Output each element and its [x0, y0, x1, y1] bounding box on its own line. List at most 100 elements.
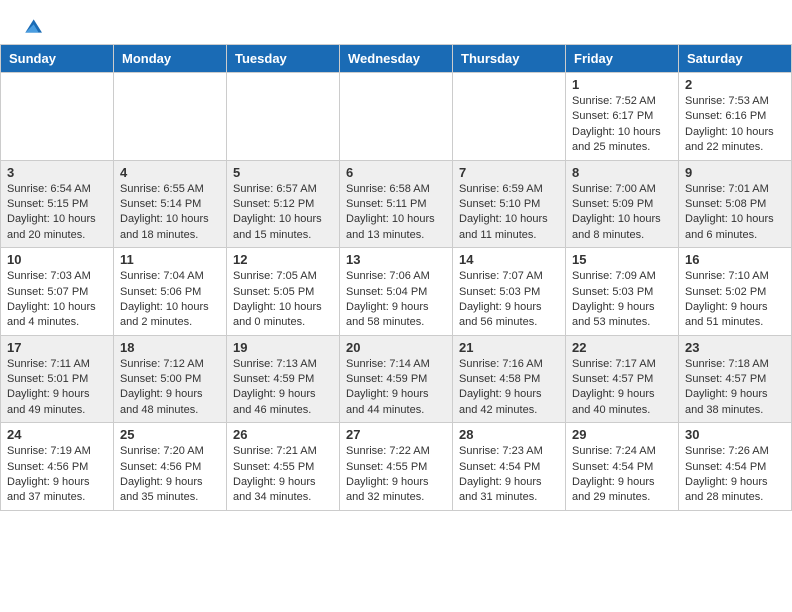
day-info: Sunrise: 7:09 AM Sunset: 5:03 PM Dayligh…	[572, 269, 672, 331]
day-info: Sunrise: 7:03 AM Sunset: 5:07 PM Dayligh…	[7, 269, 107, 331]
day-number: 29	[572, 427, 672, 442]
day-info: Sunrise: 7:24 AM Sunset: 4:54 PM Dayligh…	[572, 444, 672, 506]
day-number: 22	[572, 340, 672, 355]
day-number: 24	[7, 427, 107, 442]
calendar-cell: 27 Sunrise: 7:22 AM Sunset: 4:55 PM Dayli…	[340, 423, 453, 511]
day-info: Sunrise: 7:12 AM Sunset: 5:00 PM Dayligh…	[120, 357, 220, 419]
calendar-cell: 17 Sunrise: 7:11 AM Sunset: 5:01 PM Dayli…	[1, 335, 114, 423]
calendar-cell: 28 Sunrise: 7:23 AM Sunset: 4:54 PM Dayli…	[453, 423, 566, 511]
calendar-cell	[1, 73, 114, 161]
day-info: Sunrise: 6:54 AM Sunset: 5:15 PM Dayligh…	[7, 182, 107, 244]
calendar-cell: 23 Sunrise: 7:18 AM Sunset: 4:57 PM Dayli…	[679, 335, 792, 423]
weekday-header-friday: Friday	[566, 45, 679, 73]
weekday-header-saturday: Saturday	[679, 45, 792, 73]
day-number: 10	[7, 252, 107, 267]
calendar-cell: 18 Sunrise: 7:12 AM Sunset: 5:00 PM Dayli…	[114, 335, 227, 423]
calendar-cell: 12 Sunrise: 7:05 AM Sunset: 5:05 PM Dayli…	[227, 248, 340, 336]
calendar-cell: 11 Sunrise: 7:04 AM Sunset: 5:06 PM Dayli…	[114, 248, 227, 336]
day-info: Sunrise: 7:04 AM Sunset: 5:06 PM Dayligh…	[120, 269, 220, 331]
day-info: Sunrise: 7:53 AM Sunset: 6:16 PM Dayligh…	[685, 94, 785, 156]
weekday-header-monday: Monday	[114, 45, 227, 73]
day-number: 5	[233, 165, 333, 180]
day-number: 19	[233, 340, 333, 355]
day-number: 7	[459, 165, 559, 180]
calendar-cell: 29 Sunrise: 7:24 AM Sunset: 4:54 PM Dayli…	[566, 423, 679, 511]
weekday-header-sunday: Sunday	[1, 45, 114, 73]
day-number: 6	[346, 165, 446, 180]
day-info: Sunrise: 7:22 AM Sunset: 4:55 PM Dayligh…	[346, 444, 446, 506]
calendar-cell: 6 Sunrise: 6:58 AM Sunset: 5:11 PM Daylig…	[340, 160, 453, 248]
day-number: 21	[459, 340, 559, 355]
day-number: 12	[233, 252, 333, 267]
calendar-cell: 14Sunrise: 7:07 AM Sunset: 5:03 PM Dayli…	[453, 248, 566, 336]
calendar-cell: 25 Sunrise: 7:20 AM Sunset: 4:56 PM Dayli…	[114, 423, 227, 511]
day-number: 3	[7, 165, 107, 180]
day-number: 11	[120, 252, 220, 267]
day-info: Sunrise: 6:59 AM Sunset: 5:10 PM Dayligh…	[459, 182, 559, 244]
day-number: 4	[120, 165, 220, 180]
day-info: Sunrise: 7:05 AM Sunset: 5:05 PM Dayligh…	[233, 269, 333, 331]
day-number: 17	[7, 340, 107, 355]
calendar-table: SundayMondayTuesdayWednesdayThursdayFrid…	[0, 44, 792, 511]
day-info: Sunrise: 7:14 AM Sunset: 4:59 PM Dayligh…	[346, 357, 446, 419]
calendar-cell: 7 Sunrise: 6:59 AM Sunset: 5:10 PM Daylig…	[453, 160, 566, 248]
day-info: Sunrise: 7:52 AM Sunset: 6:17 PM Dayligh…	[572, 94, 672, 156]
day-number: 18	[120, 340, 220, 355]
day-number: 23	[685, 340, 785, 355]
calendar-cell: 30 Sunrise: 7:26 AM Sunset: 4:54 PM Dayli…	[679, 423, 792, 511]
weekday-header-tuesday: Tuesday	[227, 45, 340, 73]
weekday-header-thursday: Thursday	[453, 45, 566, 73]
calendar-cell: 16Sunrise: 7:10 AM Sunset: 5:02 PM Dayli…	[679, 248, 792, 336]
day-info: Sunrise: 7:18 AM Sunset: 4:57 PM Dayligh…	[685, 357, 785, 419]
calendar-cell: 2 Sunrise: 7:53 AM Sunset: 6:16 PM Daylig…	[679, 73, 792, 161]
calendar-cell	[340, 73, 453, 161]
calendar-cell: 10 Sunrise: 7:03 AM Sunset: 5:07 PM Dayli…	[1, 248, 114, 336]
day-number: 16	[685, 252, 785, 267]
calendar-cell: 13 Sunrise: 7:06 AM Sunset: 5:04 PM Dayli…	[340, 248, 453, 336]
calendar-week-3: 10 Sunrise: 7:03 AM Sunset: 5:07 PM Dayli…	[1, 248, 792, 336]
day-number: 25	[120, 427, 220, 442]
calendar-cell: 20 Sunrise: 7:14 AM Sunset: 4:59 PM Dayli…	[340, 335, 453, 423]
day-info: Sunrise: 7:01 AM Sunset: 5:08 PM Dayligh…	[685, 182, 785, 244]
day-number: 27	[346, 427, 446, 442]
day-info: Sunrise: 7:06 AM Sunset: 5:04 PM Dayligh…	[346, 269, 446, 331]
calendar-cell: 24Sunrise: 7:19 AM Sunset: 4:56 PM Dayli…	[1, 423, 114, 511]
day-info: Sunrise: 6:55 AM Sunset: 5:14 PM Dayligh…	[120, 182, 220, 244]
day-number: 15	[572, 252, 672, 267]
day-info: Sunrise: 7:00 AM Sunset: 5:09 PM Dayligh…	[572, 182, 672, 244]
calendar-cell: 3 Sunrise: 6:54 AM Sunset: 5:15 PM Daylig…	[1, 160, 114, 248]
day-number: 20	[346, 340, 446, 355]
day-number: 2	[685, 77, 785, 92]
logo-icon	[22, 16, 42, 36]
calendar-cell: 1Sunrise: 7:52 AM Sunset: 6:17 PM Daylig…	[566, 73, 679, 161]
day-number: 30	[685, 427, 785, 442]
calendar-week-4: 17 Sunrise: 7:11 AM Sunset: 5:01 PM Dayli…	[1, 335, 792, 423]
day-info: Sunrise: 7:13 AM Sunset: 4:59 PM Dayligh…	[233, 357, 333, 419]
day-info: Sunrise: 6:58 AM Sunset: 5:11 PM Dayligh…	[346, 182, 446, 244]
calendar-week-5: 24Sunrise: 7:19 AM Sunset: 4:56 PM Dayli…	[1, 423, 792, 511]
day-info: Sunrise: 7:11 AM Sunset: 5:01 PM Dayligh…	[7, 357, 107, 419]
page-header	[0, 0, 792, 44]
calendar-cell: 22 Sunrise: 7:17 AM Sunset: 4:57 PM Dayli…	[566, 335, 679, 423]
day-info: Sunrise: 7:17 AM Sunset: 4:57 PM Dayligh…	[572, 357, 672, 419]
day-info: Sunrise: 7:21 AM Sunset: 4:55 PM Dayligh…	[233, 444, 333, 506]
calendar-week-1: 1Sunrise: 7:52 AM Sunset: 6:17 PM Daylig…	[1, 73, 792, 161]
calendar-cell: 26Sunrise: 7:21 AM Sunset: 4:55 PM Dayli…	[227, 423, 340, 511]
calendar-cell: 9 Sunrise: 7:01 AM Sunset: 5:08 PM Daylig…	[679, 160, 792, 248]
day-info: Sunrise: 7:23 AM Sunset: 4:54 PM Dayligh…	[459, 444, 559, 506]
day-info: Sunrise: 7:20 AM Sunset: 4:56 PM Dayligh…	[120, 444, 220, 506]
day-number: 28	[459, 427, 559, 442]
calendar-week-2: 3 Sunrise: 6:54 AM Sunset: 5:15 PM Daylig…	[1, 160, 792, 248]
calendar-cell: 21Sunrise: 7:16 AM Sunset: 4:58 PM Dayli…	[453, 335, 566, 423]
weekday-header-wednesday: Wednesday	[340, 45, 453, 73]
day-info: Sunrise: 7:07 AM Sunset: 5:03 PM Dayligh…	[459, 269, 559, 331]
day-info: Sunrise: 7:26 AM Sunset: 4:54 PM Dayligh…	[685, 444, 785, 506]
day-info: Sunrise: 6:57 AM Sunset: 5:12 PM Dayligh…	[233, 182, 333, 244]
calendar-header-row: SundayMondayTuesdayWednesdayThursdayFrid…	[1, 45, 792, 73]
calendar-cell: 8Sunrise: 7:00 AM Sunset: 5:09 PM Daylig…	[566, 160, 679, 248]
day-number: 13	[346, 252, 446, 267]
calendar-cell: 4 Sunrise: 6:55 AM Sunset: 5:14 PM Daylig…	[114, 160, 227, 248]
day-number: 9	[685, 165, 785, 180]
calendar-cell: 19 Sunrise: 7:13 AM Sunset: 4:59 PM Dayli…	[227, 335, 340, 423]
logo	[20, 16, 42, 36]
